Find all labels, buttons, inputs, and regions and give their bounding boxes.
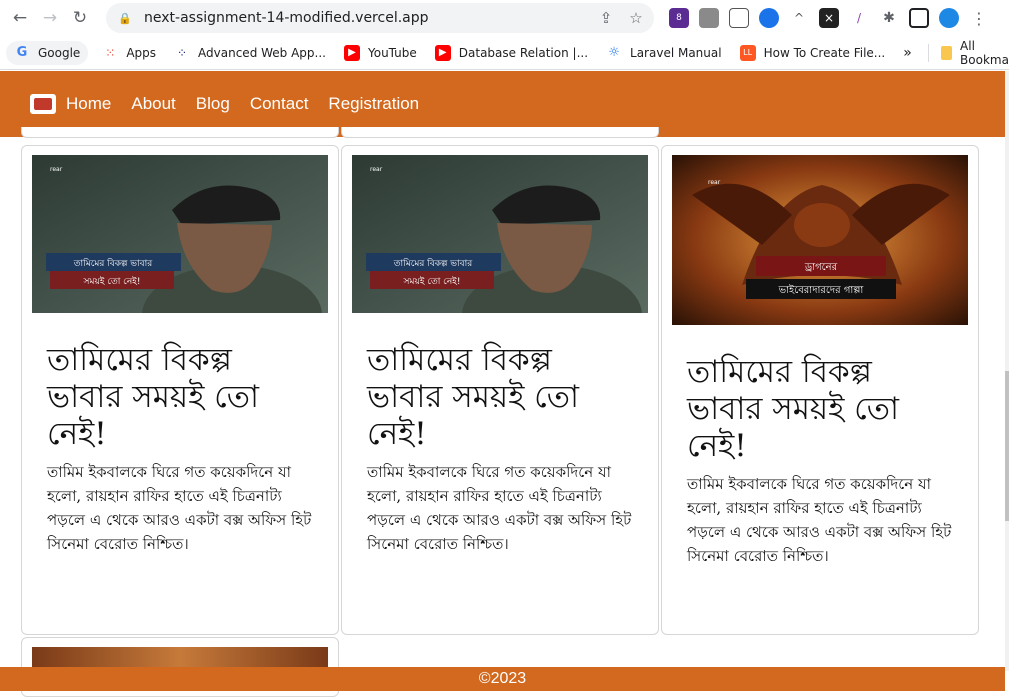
- extension-icon-6[interactable]: ×: [819, 8, 839, 28]
- youtube-icon: ▶: [343, 44, 360, 61]
- more-vert-icon[interactable]: ⋮: [969, 8, 989, 28]
- youtube-icon: ▶: [434, 44, 451, 61]
- bookmark-laravel[interactable]: ☼ Laravel Manual: [606, 45, 722, 61]
- nav-registration[interactable]: Registration: [328, 94, 419, 114]
- bookmark-label: Database Relation |...: [458, 45, 589, 60]
- extension-icon-3[interactable]: [729, 8, 749, 28]
- share-icon[interactable]: ⇪: [594, 9, 618, 27]
- nav-blog[interactable]: Blog: [196, 94, 230, 114]
- bookmark-star-icon[interactable]: ☆: [624, 9, 648, 27]
- bookmark-label: Google: [38, 45, 81, 60]
- nav-contact[interactable]: Contact: [250, 94, 309, 114]
- logo-mark: [34, 98, 52, 110]
- bookmark-label: Advanced Web App...: [198, 45, 326, 60]
- card-excerpt: তামিম ইকবালকে ঘিরে গত কয়েকদিনে যা হলো, …: [47, 463, 312, 553]
- dragon-illustration: rear ড্রাগনের ভাইবেরাদারদের গাল্পা: [672, 155, 968, 325]
- extension-icon-4[interactable]: [759, 8, 779, 28]
- blog-card[interactable]: rear ড্রাগনের ভাইবেরাদারদের গাল্পা তামিম…: [661, 145, 979, 635]
- image-caption-2: সময়ই তো নেই!: [403, 276, 461, 287]
- image-caption-1: ড্রাগনের: [804, 262, 838, 273]
- bookmark-label: How To Create File...: [763, 45, 886, 60]
- browser-toolbar: ← → ↻ 🔒 next-assignment-14-modified.verc…: [0, 0, 1009, 36]
- extension-icon-5[interactable]: ^: [789, 8, 809, 28]
- extensions-bar: 8 ^ × / ✱ ⋮: [664, 8, 994, 28]
- card-excerpt: তামিম ইকবালকে ঘিরে গত কয়েকদিনে যা হলো, …: [687, 475, 952, 565]
- bookmark-advanced-web[interactable]: ⁘ Advanced Web App...: [174, 45, 326, 61]
- bookmark-label: Apps: [126, 45, 157, 60]
- blog-card[interactable]: rear তামিমের বিকল্প ভাবার সময়ই তো নেই! …: [341, 145, 659, 635]
- card-excerpt: তামিম ইকবালকে ঘিরে গত কয়েকদিনে যা হলো, …: [367, 463, 632, 553]
- tamim-photo: rear তামিমের বিকল্প ভাবার সময়ই তো নেই!: [32, 155, 328, 313]
- feather-icon[interactable]: /: [849, 8, 869, 28]
- forward-arrow-icon[interactable]: →: [38, 6, 62, 30]
- dots-grid-icon: ⁘: [177, 45, 188, 60]
- site-logo[interactable]: [30, 94, 56, 114]
- extension-icon-2[interactable]: [699, 8, 719, 28]
- card-image: rear ড্রাগনের ভাইবেরাদারদের গাল্পা: [672, 155, 968, 325]
- back-arrow-icon[interactable]: ←: [8, 6, 32, 30]
- reload-icon[interactable]: ↻: [68, 6, 92, 30]
- bookmark-apps[interactable]: ⁙ Apps: [102, 45, 156, 61]
- site-footer: ©2023: [0, 667, 1005, 691]
- card-title[interactable]: তামিমের বিকল্প ভাবার সময়ই তো নেই!: [687, 354, 953, 465]
- bookmarks-overflow-button[interactable]: »: [903, 45, 912, 61]
- lock-icon: 🔒: [118, 11, 132, 25]
- image-brand-text: rear: [50, 166, 63, 173]
- url-text[interactable]: next-assignment-14-modified.vercel.app: [144, 10, 594, 26]
- avatar[interactable]: [939, 8, 959, 28]
- tamim-photo: rear তামিমের বিকল্প ভাবার সময়ই তো নেই!: [352, 155, 648, 313]
- image-caption-2: ভাইবেরাদারদের গাল্পা: [778, 284, 865, 296]
- bookmarks-right: » All Bookmarks: [903, 39, 1009, 67]
- card-title[interactable]: তামিমের বিকল্প ভাবার সময়ই তো নেই!: [367, 342, 633, 453]
- bookmark-google[interactable]: G Google: [6, 40, 89, 65]
- lightbulb-icon: ☼: [608, 45, 620, 60]
- bookmark-label: Laravel Manual: [630, 45, 722, 60]
- nav-home[interactable]: Home: [66, 94, 111, 114]
- image-caption-2: সময়ই তো নেই!: [83, 276, 141, 287]
- image-caption-1: তামিমের বিকল্প ভাবার: [393, 258, 473, 269]
- bookmarks-divider: [927, 43, 929, 62]
- image-brand-text: rear: [370, 166, 383, 173]
- blog-grid: rear তামিমের বিকল্প ভাবার সময়ই তো নেই! …: [21, 127, 981, 697]
- bookmark-database[interactable]: ▶ Database Relation |...: [434, 44, 589, 61]
- card-image: rear তামিমের বিকল্প ভাবার সময়ই তো নেই!: [32, 155, 328, 313]
- image-caption-1: তামিমের বিকল্প ভাবার: [73, 258, 153, 269]
- blog-card[interactable]: rear তামিমের বিকল্প ভাবার সময়ই তো নেই! …: [21, 145, 339, 635]
- google-icon: G: [16, 45, 28, 60]
- extension-icon-1[interactable]: 8: [669, 8, 689, 28]
- folder-icon: [940, 45, 953, 60]
- bookmark-create-file[interactable]: LL How To Create File...: [739, 44, 886, 61]
- card-edge: [21, 127, 339, 138]
- ll-icon: LL: [739, 44, 756, 61]
- bookmark-label: YouTube: [367, 45, 417, 60]
- scrollbar-thumb[interactable]: [1005, 371, 1009, 521]
- apps-grid-icon: ⁙: [105, 45, 116, 60]
- card-edge: [341, 127, 659, 138]
- sidepanel-icon[interactable]: [909, 8, 929, 28]
- nav-about[interactable]: About: [131, 94, 175, 114]
- extension-badge: 8: [676, 13, 682, 23]
- card-image: rear তামিমের বিকল্প ভাবার সময়ই তো নেই!: [352, 155, 648, 313]
- image-brand-text: rear: [708, 179, 721, 186]
- all-bookmarks-button[interactable]: All Bookmarks: [960, 39, 1009, 67]
- puzzle-icon[interactable]: ✱: [879, 8, 899, 28]
- card-title[interactable]: তামিমের বিকল্প ভাবার সময়ই তো নেই!: [47, 342, 313, 453]
- bookmarks-bar: G Google ⁙ Apps ⁘ Advanced Web App... ▶ …: [0, 36, 1009, 70]
- address-bar[interactable]: 🔒 next-assignment-14-modified.vercel.app…: [106, 3, 654, 33]
- bookmark-youtube[interactable]: ▶ YouTube: [343, 44, 417, 61]
- page-scrollbar[interactable]: [1005, 71, 1009, 671]
